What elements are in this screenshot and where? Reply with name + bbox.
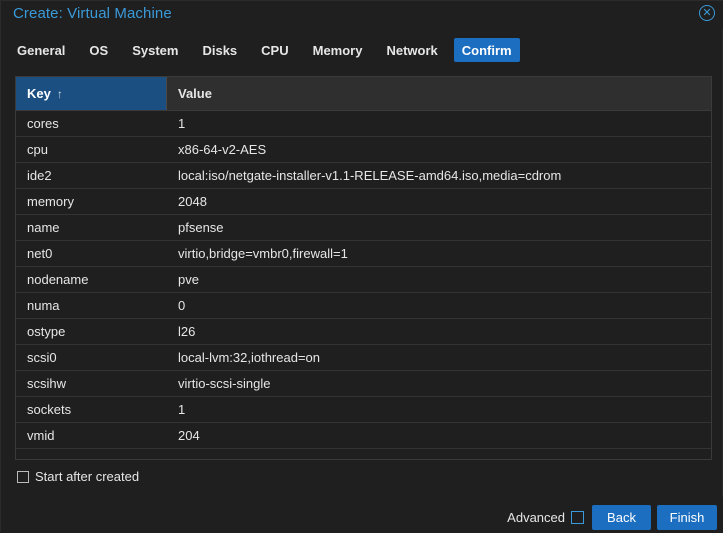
arrow-up-icon: ↑ [56, 86, 63, 101]
advanced-toggle[interactable]: Advanced [507, 510, 584, 525]
row-value: l26 [178, 324, 196, 339]
advanced-label: Advanced [507, 510, 565, 525]
table-row[interactable]: scsi0 local-lvm:32,iothread=on [16, 345, 711, 371]
table-row[interactable]: sockets 1 [16, 397, 711, 423]
row-value: virtio-scsi-single [178, 376, 271, 391]
row-key: cpu [27, 142, 48, 157]
row-key: ide2 [27, 168, 52, 183]
row-value: x86-64-v2-AES [178, 142, 267, 157]
create-vm-dialog: Create: Virtual Machine ✕ General OS Sys… [0, 0, 723, 533]
table-row[interactable]: net0 virtio,bridge=vmbr0,firewall=1 [16, 241, 711, 267]
tab-system[interactable]: System [124, 38, 186, 62]
tab-general[interactable]: General [9, 38, 73, 62]
table-row[interactable]: memory 2048 [16, 189, 711, 215]
dialog-title: Create: Virtual Machine [13, 5, 172, 22]
wizard-tabs: General OS System Disks CPU Memory Netwo… [9, 37, 528, 63]
advanced-checkbox[interactable] [571, 511, 584, 524]
column-header-value[interactable]: Value [167, 77, 711, 110]
table-row[interactable]: name pfsense [16, 215, 711, 241]
finish-button[interactable]: Finish [657, 505, 717, 530]
tab-disks[interactable]: Disks [194, 38, 245, 62]
start-after-created[interactable]: Start after created [17, 469, 139, 484]
row-value: pve [178, 272, 199, 287]
row-key: sockets [27, 402, 72, 417]
table-row[interactable]: ostype l26 [16, 319, 711, 345]
grid-header: Key ↑ Value [16, 77, 711, 111]
tab-confirm[interactable]: Confirm [453, 38, 520, 62]
confirm-grid: Key ↑ Value cores 1 cpu x86-64-v2-AES id… [15, 76, 712, 460]
row-value: 1 [178, 116, 186, 131]
row-value: virtio,bridge=vmbr0,firewall=1 [178, 246, 348, 261]
row-key: cores [27, 116, 59, 131]
row-value: pfsense [178, 220, 224, 235]
row-key: memory [27, 194, 74, 209]
column-header-key-label: Key [27, 86, 51, 101]
row-key: scsi0 [27, 350, 57, 365]
row-value: 2048 [178, 194, 207, 209]
dialog-titlebar: Create: Virtual Machine ✕ [1, 1, 723, 29]
row-value: 1 [178, 402, 186, 417]
start-after-created-checkbox[interactable] [17, 470, 29, 483]
table-row[interactable]: ide2 local:iso/netgate-installer-v1.1-RE… [16, 163, 711, 189]
table-row[interactable]: scsihw virtio-scsi-single [16, 371, 711, 397]
dialog-footer: Advanced Back Finish [1, 497, 723, 533]
column-header-value-label: Value [178, 86, 212, 101]
table-row[interactable]: vmid 204 [16, 423, 711, 449]
tab-memory[interactable]: Memory [305, 38, 371, 62]
start-after-created-label: Start after created [35, 469, 140, 484]
column-header-key[interactable]: Key ↑ [16, 77, 167, 110]
tab-os[interactable]: OS [81, 38, 116, 62]
row-value: local:iso/netgate-installer-v1.1-RELEASE… [178, 168, 562, 183]
row-key: numa [27, 298, 60, 313]
close-icon[interactable]: ✕ [699, 5, 715, 21]
row-key: vmid [27, 428, 55, 443]
tab-cpu[interactable]: CPU [253, 38, 296, 62]
row-key: ostype [27, 324, 66, 339]
row-key: nodename [27, 272, 89, 287]
row-value: local-lvm:32,iothread=on [178, 350, 320, 365]
table-row[interactable]: nodename pve [16, 267, 711, 293]
row-value: 204 [178, 428, 200, 443]
tab-network[interactable]: Network [378, 38, 445, 62]
row-value: 0 [178, 298, 186, 313]
back-button[interactable]: Back [592, 505, 651, 530]
table-row[interactable]: cores 1 [16, 111, 711, 137]
table-row[interactable]: cpu x86-64-v2-AES [16, 137, 711, 163]
table-row[interactable]: numa 0 [16, 293, 711, 319]
row-key: name [27, 220, 60, 235]
row-key: scsihw [27, 376, 67, 391]
row-key: net0 [27, 246, 53, 261]
